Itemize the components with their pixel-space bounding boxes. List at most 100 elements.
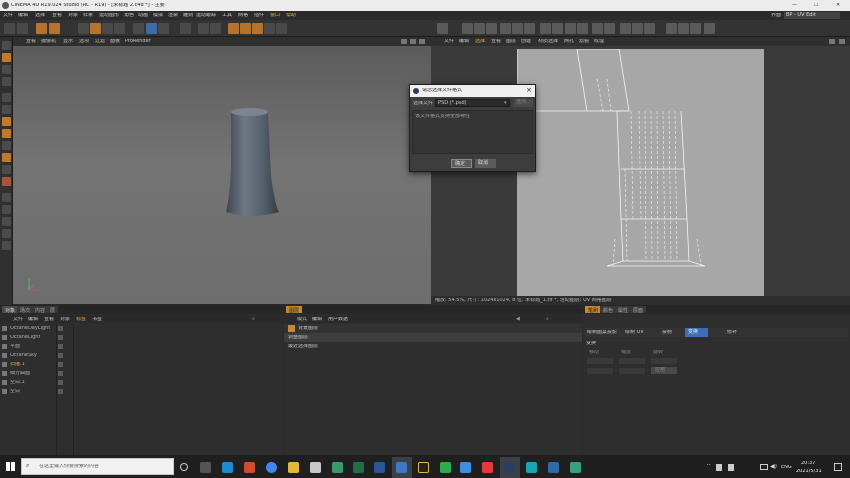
subdivision-icon[interactable] <box>210 23 221 34</box>
uv-pan-icon[interactable] <box>829 39 835 44</box>
uv-texture-canvas[interactable] <box>516 48 764 296</box>
menu-object[interactable]: 对象 <box>68 13 78 18</box>
tray-chevron-icon[interactable]: ^ <box>706 464 711 470</box>
texture-view-icon[interactable] <box>704 23 715 34</box>
edges-mode-icon[interactable] <box>2 105 11 114</box>
layer-menu-userdata[interactable]: 用户数据 <box>328 317 348 322</box>
rotate-icon[interactable] <box>90 23 101 34</box>
uv-menu-select[interactable]: 选择 <box>475 39 485 44</box>
live-select-icon[interactable] <box>36 23 47 34</box>
tab-attribute[interactable]: 属性 <box>615 306 632 314</box>
text-icon[interactable] <box>632 23 643 34</box>
chrome-icon[interactable] <box>266 462 277 473</box>
render-view-icon[interactable] <box>146 23 157 34</box>
menu-render[interactable]: 渲染 <box>168 13 178 18</box>
uv-rotate-icon[interactable] <box>486 23 497 34</box>
uv-polygons-icon[interactable] <box>524 23 535 34</box>
spline-pen-icon[interactable] <box>198 23 209 34</box>
uv-menu-create[interactable]: 创建 <box>521 39 531 44</box>
obj-menu-edit[interactable]: 编辑 <box>28 317 38 322</box>
menu-select[interactable]: 选择 <box>35 13 45 18</box>
vp-menu-options[interactable]: 选项 <box>79 39 89 44</box>
magic-wand-icon[interactable] <box>666 23 677 34</box>
vp-zoom-icon[interactable] <box>410 39 416 44</box>
paint-setup-icon[interactable] <box>678 23 689 34</box>
menu-plugins[interactable]: 插件 <box>254 13 264 18</box>
word-icon[interactable] <box>374 462 385 473</box>
layer-menu-edit[interactable]: 编辑 <box>312 317 322 322</box>
ok-button[interactable]: 确定 <box>451 159 472 168</box>
edge-icon[interactable] <box>222 462 233 473</box>
chevron-down-icon[interactable]: ▾ <box>504 101 507 106</box>
scene-icon[interactable] <box>252 23 263 34</box>
layer-nav-left-icon[interactable]: ◀ <box>516 317 520 322</box>
app-icon[interactable] <box>332 462 343 473</box>
qq-icon[interactable] <box>418 462 429 473</box>
network-icon[interactable] <box>760 464 768 470</box>
close-window-button[interactable]: ✕ <box>836 3 840 8</box>
uv-menu-layer[interactable]: 图层 <box>506 39 516 44</box>
app-icon[interactable] <box>548 462 559 473</box>
app-icon[interactable] <box>396 462 407 473</box>
maximize-button[interactable]: ❐ <box>814 3 818 8</box>
minimize-button[interactable]: — <box>792 3 797 8</box>
object-row[interactable]: 空白 <box>0 387 283 396</box>
layer-menu-mode[interactable]: 模式 <box>297 317 307 322</box>
make-editable-icon[interactable] <box>2 41 11 50</box>
visibility-dots-icon[interactable] <box>58 380 63 385</box>
vp-menu-panel[interactable]: 面板 <box>110 39 120 44</box>
perspective-viewport[interactable] <box>13 46 431 304</box>
uv-polygons-mode-icon[interactable] <box>2 141 11 150</box>
cube-icon[interactable] <box>180 23 191 34</box>
visibility-dots-icon[interactable] <box>58 344 63 349</box>
layer-row[interactable]: 调整图层 <box>284 333 582 342</box>
world-coords-icon[interactable] <box>133 23 144 34</box>
menu-mesh[interactable]: 网格 <box>238 13 248 18</box>
camera-icon[interactable] <box>264 23 275 34</box>
visibility-dots-icon[interactable] <box>58 353 63 358</box>
menu-file[interactable]: 文件 <box>3 13 13 18</box>
obj-menu-bookmarks[interactable]: 书签 <box>92 317 102 322</box>
uv-scale-icon[interactable] <box>474 23 485 34</box>
paint-uv-button[interactable]: 绘制 UV <box>625 330 644 335</box>
brush-icon[interactable] <box>540 23 551 34</box>
tray-app-icon[interactable] <box>728 464 734 471</box>
layer-row[interactable]: 最近选择图层 <box>284 342 582 351</box>
uv-edges-icon[interactable] <box>512 23 523 34</box>
menu-animation[interactable]: 动画 <box>138 13 148 18</box>
vp-menu-display[interactable]: 显示 <box>63 39 73 44</box>
apply-button[interactable]: 应用 <box>651 367 677 374</box>
notifications-icon[interactable] <box>834 463 842 471</box>
texture-mode-icon[interactable] <box>2 65 11 74</box>
uv-menu-filter[interactable]: 滤镜 <box>579 39 589 44</box>
solo-icon[interactable] <box>2 229 11 238</box>
windows-start-icon[interactable] <box>6 462 15 471</box>
menu-sculpt[interactable]: 雕刻 <box>183 13 193 18</box>
snapping-icon[interactable] <box>2 177 11 186</box>
menu-tools[interactable]: 工具 <box>222 13 232 18</box>
app-icon[interactable] <box>482 462 493 473</box>
layer-row[interactable]: 背景图层 <box>284 324 582 333</box>
clock-date[interactable]: 2021/5/31 <box>796 469 822 474</box>
app-icon[interactable] <box>310 462 321 473</box>
tab-objects[interactable]: 对象 <box>2 306 19 314</box>
menu-window[interactable]: 窗口 <box>270 13 280 18</box>
tab-layers[interactable]: 层 <box>47 306 59 314</box>
undo-icon[interactable] <box>4 23 15 34</box>
menu-edit[interactable]: 编辑 <box>18 13 28 18</box>
obj-menu-view[interactable]: 查看 <box>44 317 54 322</box>
visibility-dots-icon[interactable] <box>58 326 63 331</box>
uv-menu-material-select[interactable]: 材质选择 <box>538 39 558 44</box>
vp-menu-cameras[interactable]: 摄像机 <box>41 39 56 44</box>
eraser-icon[interactable] <box>552 23 563 34</box>
smudge-icon[interactable] <box>592 23 603 34</box>
visibility-dots-icon[interactable] <box>58 371 63 376</box>
visibility-dots-icon[interactable] <box>58 335 63 340</box>
sculpt-brush-icon[interactable] <box>2 217 11 226</box>
enable-axis-icon[interactable] <box>2 153 11 162</box>
object-row[interactable]: OctaneLight <box>0 333 283 342</box>
tab-layer-facet[interactable]: 层面 <box>630 306 647 314</box>
clone-icon[interactable] <box>577 23 588 34</box>
file-explorer-icon[interactable] <box>288 462 299 473</box>
taskbar-search-box[interactable]: ⌕ 在这里输入你要搜索的内容 <box>21 458 174 475</box>
